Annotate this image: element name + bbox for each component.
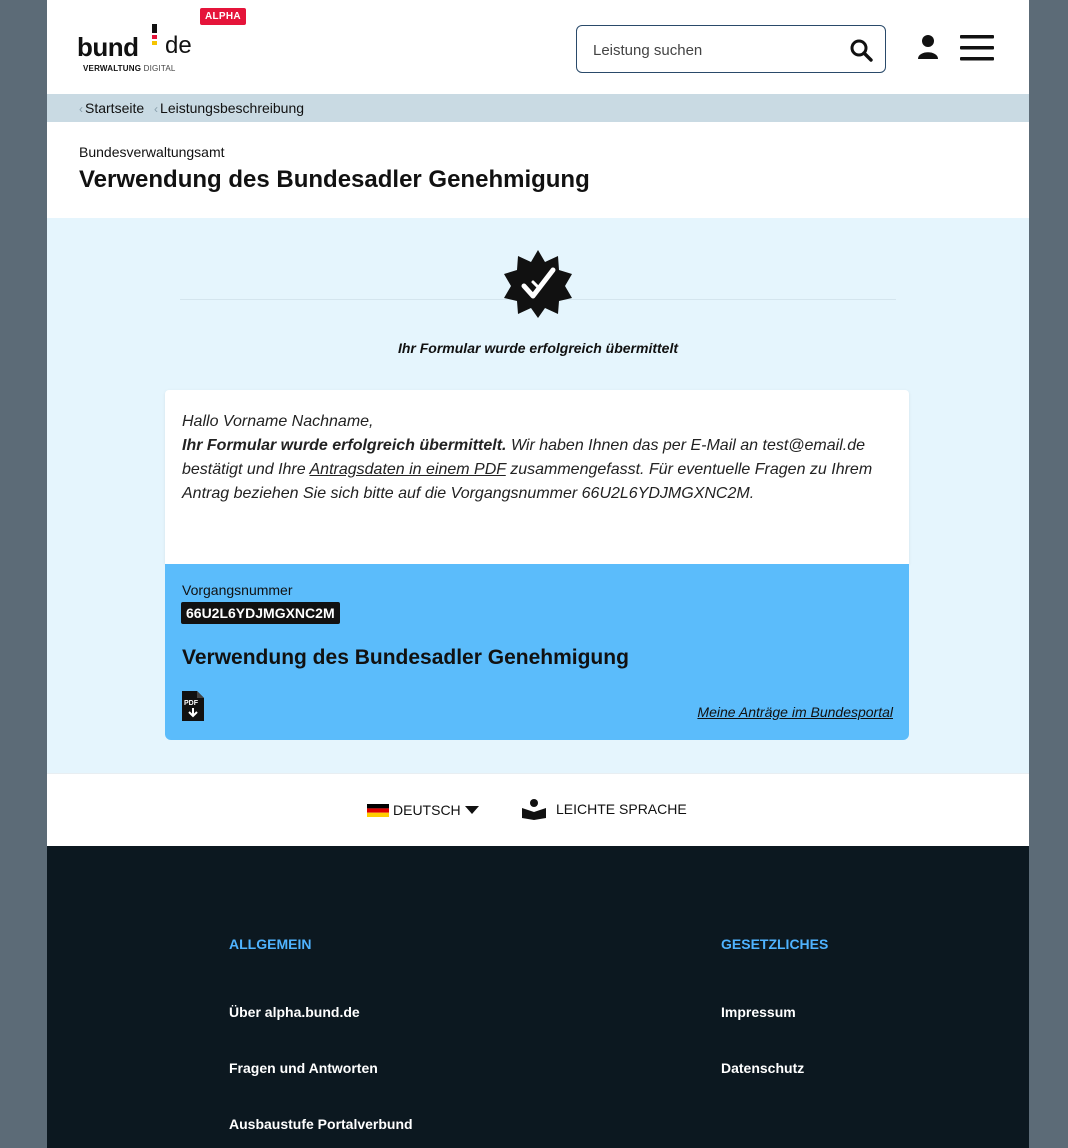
user-icon[interactable] bbox=[917, 34, 939, 60]
site-header: ALPHA bund de VERWALTUNG DIGITAL bbox=[47, 0, 1029, 94]
search-box bbox=[576, 25, 886, 73]
search-icon[interactable] bbox=[849, 38, 873, 62]
footer-link-portalverbund[interactable]: Ausbaustufe Portalverbund bbox=[229, 1116, 413, 1132]
easy-language-link[interactable]: LEICHTE SPRACHE bbox=[521, 798, 687, 820]
success-heading: Ihr Formular wurde erfolgreich übermitte… bbox=[397, 340, 679, 356]
alpha-badge: ALPHA bbox=[200, 8, 246, 25]
success-sentence: Ihr Formular wurde erfolgreich übermitte… bbox=[182, 437, 507, 454]
footer-link-impressum[interactable]: Impressum bbox=[721, 1004, 828, 1020]
application-info-card: Vorgangsnummer 66U2L6YDJMGXNC2M Verwendu… bbox=[165, 564, 909, 740]
menu-icon[interactable] bbox=[960, 34, 994, 62]
confirmation-message: Hallo Vorname Nachname, Ihr Formular wur… bbox=[182, 413, 873, 502]
pdf-download-icon[interactable]: PDF bbox=[181, 690, 205, 722]
logo-colon-icon bbox=[152, 24, 157, 45]
language-label: DEUTSCH bbox=[393, 802, 461, 818]
agency-name: Bundesverwaltungsamt bbox=[79, 144, 225, 160]
german-flag-icon bbox=[367, 803, 389, 817]
my-applications-link[interactable]: Meine Anträge im Bundesportal bbox=[697, 704, 893, 720]
verified-badge-icon bbox=[504, 250, 572, 318]
footer-heading-allgemein: ALLGEMEIN bbox=[229, 936, 312, 952]
breadcrumb-item-leistungsbeschreibung[interactable]: ‹ Leistungsbeschreibung bbox=[154, 94, 304, 123]
pdf-data-link[interactable]: Antragsdaten in einem PDF bbox=[310, 461, 506, 478]
language-select[interactable]: DEUTSCH bbox=[367, 802, 480, 818]
breadcrumb: ‹ Startseite ‹ Leistungsbeschreibung bbox=[47, 94, 1029, 122]
easy-language-label: LEICHTE SPRACHE bbox=[556, 801, 687, 817]
bund-de-logo[interactable]: ALPHA bund de VERWALTUNG DIGITAL bbox=[77, 6, 246, 86]
footer-heading-gesetzliches: GESETZLICHES bbox=[721, 936, 829, 952]
greeting: Hallo Vorname Nachname, bbox=[182, 413, 374, 430]
language-bar: DEUTSCH LEICHTE SPRACHE bbox=[47, 773, 1029, 846]
caret-down-icon bbox=[464, 806, 479, 814]
page-title: Verwendung des Bundesadler Genehmigung bbox=[79, 166, 590, 193]
vorgangsnummer-label: Vorgangsnummer bbox=[182, 582, 293, 598]
footer-link-datenschutz[interactable]: Datenschutz bbox=[721, 1060, 828, 1076]
easy-language-icon bbox=[522, 799, 546, 820]
search-input[interactable] bbox=[593, 38, 833, 62]
chevron-left-icon: ‹ bbox=[154, 102, 159, 116]
logo-de-text: de bbox=[165, 32, 192, 59]
site-footer: ALLGEMEIN Über alpha.bund.de Fragen und … bbox=[47, 846, 1029, 1148]
svg-text:PDF: PDF bbox=[184, 700, 199, 707]
confirmation-message-card: Hallo Vorname Nachname, Ihr Formular wur… bbox=[165, 390, 909, 564]
application-title: Verwendung des Bundesadler Genehmigung bbox=[182, 646, 629, 669]
chevron-left-icon: ‹ bbox=[79, 102, 83, 116]
breadcrumb-item-startseite[interactable]: ‹ Startseite bbox=[79, 94, 144, 123]
title-area: Bundesverwaltungsamt Verwendung des Bund… bbox=[47, 122, 1029, 218]
page: ALPHA bund de VERWALTUNG DIGITAL Leistun… bbox=[47, 0, 1029, 1148]
footer-link-about[interactable]: Über alpha.bund.de bbox=[229, 1004, 413, 1020]
logo-bund-text: bund bbox=[77, 32, 139, 62]
confirmation-section: Ihr Formular wurde erfolgreich übermitte… bbox=[47, 218, 1029, 773]
footer-link-faq[interactable]: Fragen und Antworten bbox=[229, 1060, 413, 1076]
footer-column-allgemein: ALLGEMEIN Über alpha.bund.de Fragen und … bbox=[229, 936, 413, 1148]
vorgangsnummer-value: 66U2L6YDJMGXNC2M bbox=[181, 602, 340, 624]
logo-subtitle: VERWALTUNG DIGITAL bbox=[83, 64, 176, 73]
footer-column-gesetzliches: GESETZLICHES Impressum Datenschutz bbox=[721, 936, 828, 1116]
